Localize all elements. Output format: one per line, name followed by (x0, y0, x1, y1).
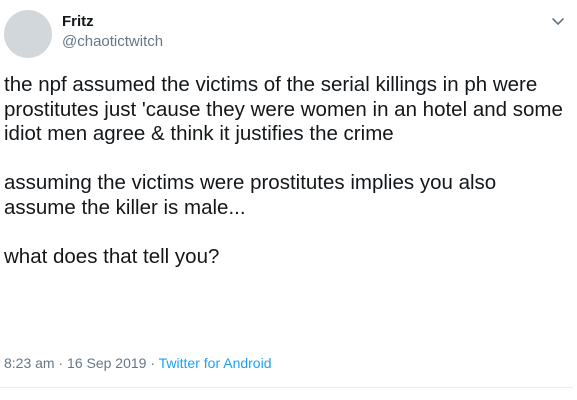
author-name[interactable]: Fritz (62, 13, 94, 31)
chevron-down-icon[interactable] (551, 14, 565, 28)
tweet-text: the npf assumed the victims of the seria… (4, 73, 569, 269)
tweet-date[interactable]: 16 Sep 2019 (67, 355, 146, 371)
divider (0, 387, 573, 388)
meta-separator: · (54, 355, 68, 371)
meta-separator: · (146, 355, 159, 371)
tweet-paragraph-3: what does that tell you? (4, 244, 220, 268)
author-handle[interactable]: @chaotictwitch (62, 33, 163, 51)
tweet-paragraph-2: assuming the victims were prostitutes im… (4, 171, 497, 219)
avatar[interactable] (4, 10, 52, 58)
tweet: Fritz @chaotictwitch the npf assumed the… (0, 0, 577, 400)
tweet-meta: 8:23 am · 16 Sep 2019 · Twitter for Andr… (4, 354, 271, 372)
tweet-source-link[interactable]: Twitter for Android (159, 355, 272, 371)
tweet-paragraph-1: the npf assumed the victims of the seria… (4, 73, 563, 145)
tweet-time[interactable]: 8:23 am (4, 355, 55, 371)
